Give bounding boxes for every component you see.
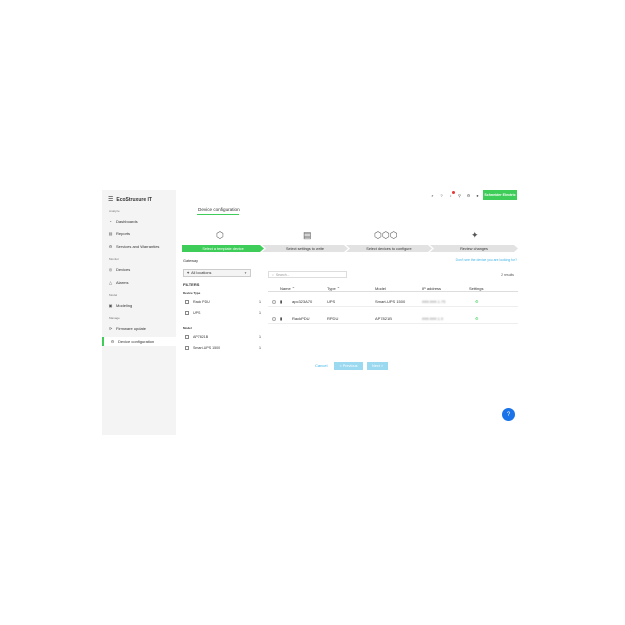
- multi-device-icon: ⬡⬡⬡: [374, 230, 398, 240]
- app-window: ☰ EcoStruxure IT Analyze ◔ Dashboards ▤ …: [102, 190, 518, 435]
- row-radio[interactable]: [272, 317, 276, 321]
- search-icon: ⌕: [272, 272, 274, 277]
- checkbox[interactable]: [185, 346, 189, 350]
- help-icon[interactable]: ?: [439, 193, 444, 198]
- sidebar-item-services[interactable]: ⚙ Services and Warranties: [108, 242, 174, 251]
- filter-option-ups[interactable]: UPS 1: [185, 310, 261, 316]
- missing-device-link[interactable]: Don't see the device you are looking for…: [456, 258, 517, 262]
- checkbox[interactable]: [185, 335, 189, 339]
- help-fab-icon[interactable]: ?: [502, 408, 515, 421]
- sidebar-item-modeling[interactable]: ▣ Modeling: [108, 301, 174, 310]
- section-label-manage: Manage: [109, 316, 120, 320]
- previous-button[interactable]: < Previous: [334, 362, 363, 370]
- firmware-icon: ⟳: [108, 326, 113, 331]
- cell-type: RPDU: [327, 316, 339, 321]
- cell-ip: ###.###.1.9: [422, 316, 444, 321]
- sidebar-item-reports[interactable]: ▤ Reports: [108, 229, 174, 238]
- brand: ☰ EcoStruxure IT: [108, 195, 152, 205]
- header-icons: ⌕ ? ♪ ⚲ ⚙ ●: [430, 191, 480, 198]
- section-label-analyze: Analyze: [109, 209, 120, 213]
- column-settings: Settings: [469, 286, 484, 291]
- pdu-icon: ▮: [280, 316, 283, 321]
- sidebar-item-device-configuration[interactable]: ⚙ Device configuration: [102, 337, 176, 346]
- column-ip-address: IP address: [422, 286, 442, 291]
- cancel-button[interactable]: Cancel: [315, 363, 327, 368]
- gateway-label: Gateway: [183, 259, 198, 263]
- table-row[interactable]: ▮ apc323A70 UPS Smart-UPS 1500 ###.###.1…: [268, 296, 518, 307]
- section-label-monitor: Monitor: [109, 257, 120, 261]
- sidebar-item-alarms[interactable]: △ Alarms: [108, 278, 174, 287]
- devices-icon: ◎: [108, 267, 113, 272]
- device-type-label: Device Type: [183, 291, 201, 295]
- top-bar: ⌕ ? ♪ ⚲ ⚙ ● Schneider Electric: [176, 190, 518, 202]
- report-icon: ▤: [108, 231, 113, 236]
- sidebar-item-dashboards[interactable]: ◔ Dashboards: [108, 217, 174, 226]
- device-icon: ⬡: [216, 230, 224, 240]
- step-select-devices[interactable]: Select devices to configure: [346, 245, 432, 252]
- model-label: Model: [183, 326, 192, 330]
- search-icon[interactable]: ⌕: [430, 193, 435, 198]
- modeling-icon: ▣: [108, 303, 113, 308]
- page-title-underline: [197, 214, 239, 215]
- services-icon: ⚙: [108, 244, 113, 249]
- search-input[interactable]: ⌕ Search...: [268, 271, 347, 278]
- notification-icon[interactable]: ♪: [448, 191, 455, 198]
- filter-option-smart-ups[interactable]: Smart-UPS 1500 1: [185, 345, 261, 351]
- filters-title: FILTERS: [183, 282, 200, 287]
- chevron-down-icon: ▼: [244, 271, 247, 275]
- sidebar: ☰ EcoStruxure IT Analyze ◔ Dashboards ▤ …: [102, 190, 176, 435]
- menu-icon[interactable]: ☰: [108, 197, 113, 203]
- cell-type: UPS: [327, 299, 336, 304]
- filter-option-rack-pdu[interactable]: Rack PDU 1: [185, 299, 261, 305]
- document-icon: ▤: [303, 230, 312, 240]
- step-select-template[interactable]: Select a template device: [182, 245, 264, 252]
- column-type[interactable]: Type ⌃: [327, 286, 340, 291]
- cell-model: Smart-UPS 1500: [375, 299, 406, 304]
- sidebar-item-devices[interactable]: ◎ Devices: [108, 265, 174, 274]
- cell-name: RackPDU: [292, 316, 310, 321]
- next-button[interactable]: Next >: [367, 362, 388, 370]
- step-review-changes[interactable]: Review changes: [430, 245, 518, 252]
- magic-wand-icon: ✦: [471, 230, 479, 240]
- ups-icon: ▮: [280, 299, 283, 304]
- location-select[interactable]: ⌖ All locations ▼: [183, 269, 251, 277]
- schneider-logo: Schneider Electric: [483, 190, 517, 200]
- row-radio[interactable]: [272, 300, 276, 304]
- settings-gear-icon[interactable]: ⚙: [475, 316, 479, 321]
- section-label-model: Model: [109, 293, 118, 297]
- page-title: Device configuration: [198, 207, 240, 212]
- settings-gear-icon[interactable]: ⚙: [475, 299, 479, 304]
- status-icon[interactable]: ●: [475, 193, 480, 198]
- checkbox[interactable]: [185, 300, 189, 304]
- dashboard-icon: ◔: [109, 219, 112, 224]
- config-icon: ⚙: [110, 339, 115, 344]
- brand-name: EcoStruxure IT: [116, 197, 152, 203]
- sidebar-item-firmware-update[interactable]: ⟳ Firmware update: [108, 324, 174, 333]
- table-header: Name ⌃ Type ⌃ Model IP address Settings: [268, 285, 518, 292]
- checkbox[interactable]: [185, 311, 189, 315]
- cell-name: apc323A70: [292, 299, 313, 304]
- cell-ip: ###.###.1.75: [422, 299, 446, 304]
- column-model: Model: [375, 286, 386, 291]
- cell-model: AP7821B: [375, 316, 392, 321]
- user-icon[interactable]: ⚲: [457, 193, 462, 198]
- step-select-settings[interactable]: Select settings to write: [262, 245, 348, 252]
- results-count: 2 results: [501, 273, 514, 277]
- table-row[interactable]: ▮ RackPDU RPDU AP7821B ###.###.1.9 ⚙: [268, 313, 518, 324]
- location-pin-icon: ⌖: [187, 271, 190, 275]
- column-name[interactable]: Name ⌃: [280, 286, 295, 291]
- settings-icon[interactable]: ⚙: [466, 193, 471, 198]
- filter-option-ap7821b[interactable]: AP7821B 1: [185, 334, 261, 340]
- notification-badge: [452, 191, 455, 194]
- alarm-icon: △: [108, 280, 113, 285]
